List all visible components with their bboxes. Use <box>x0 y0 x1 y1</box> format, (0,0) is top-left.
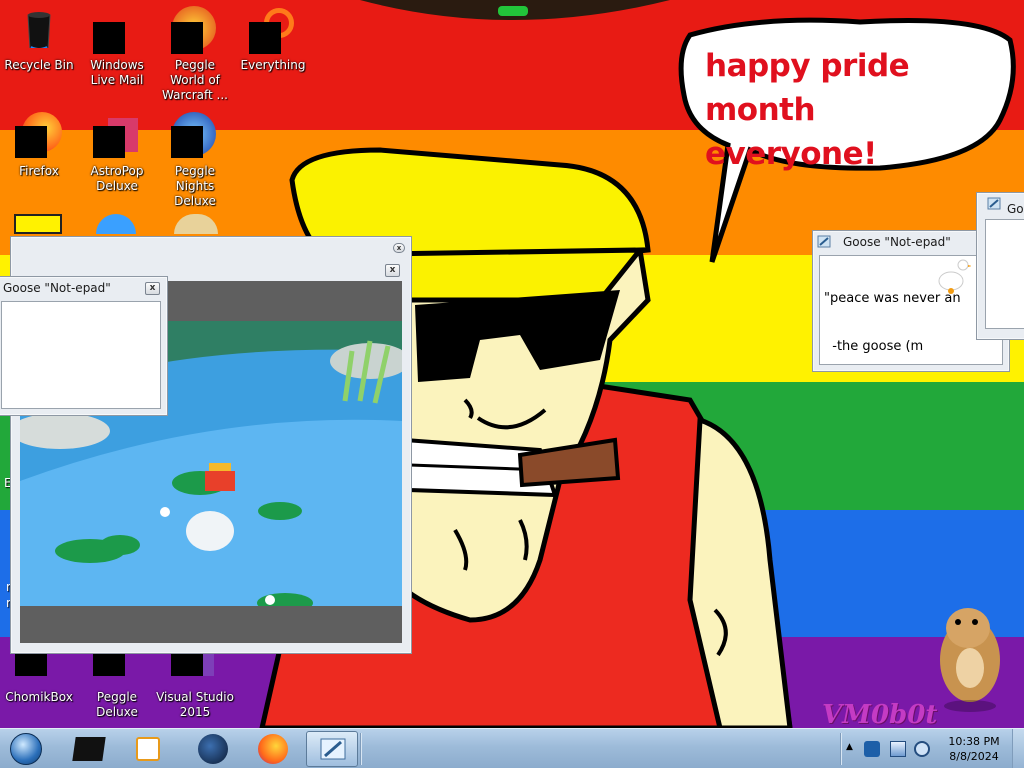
taskbar-app-2[interactable] <box>120 731 178 767</box>
taskbar-app-3[interactable] <box>184 731 242 767</box>
visual-studio-icon-mask <box>171 652 203 676</box>
notepad-left-titlebar[interactable]: Goose "Not-epad" x <box>0 277 167 299</box>
tray-app-icon[interactable] <box>864 741 880 757</box>
desktop-icon-label: Windows Live Mail <box>90 58 144 87</box>
notepad-far-right-titlebar[interactable]: Goo <box>977 193 1024 216</box>
start-button[interactable] <box>2 731 52 767</box>
close-label: x <box>149 283 156 293</box>
notepad-icon <box>987 197 1001 210</box>
firefox-icon-mask <box>15 126 47 158</box>
tray-separator <box>840 733 842 765</box>
notepad-far-right-text-area[interactable] <box>985 219 1024 329</box>
speech-bubble-line-1: happy pride month <box>705 48 910 128</box>
window-title: Goose "Not-epad" <box>3 281 111 295</box>
desktop-icon-label: Peggle World of Warcraft ... <box>162 58 228 102</box>
taskbar-clock[interactable]: 10:38 PM 8/8/2024 <box>938 734 1010 764</box>
taskbar: ▲ 10:38 PM 8/8/2024 <box>0 728 1024 768</box>
astropop-icon-mask <box>93 126 125 158</box>
desktop: happy pride month everyone! VM0b0t Recyc… <box>0 0 1024 728</box>
goose-sprite-icon <box>938 259 971 294</box>
globe-icon <box>198 734 228 764</box>
close-label: x <box>389 265 396 275</box>
notepad-icon <box>320 738 346 760</box>
desktop-icon-label: Firefox <box>19 164 59 178</box>
speech-bubble-text: happy pride month everyone! <box>705 44 995 176</box>
peggle-deluxe-icon <box>93 652 125 676</box>
peggle-nights-icon-mask <box>171 126 203 158</box>
tray-volume-icon[interactable] <box>914 741 930 757</box>
chomikbox-icon <box>15 652 47 676</box>
tray-expand-arrow[interactable]: ▲ <box>846 742 853 752</box>
desktop-icon-label: Everything <box>240 58 306 72</box>
desktop-icon-recycle-bin[interactable]: Recycle Bin <box>0 0 78 92</box>
media-player-icon <box>136 737 160 761</box>
black-app-icon <box>72 737 106 761</box>
desktop-icon-peggle-nights[interactable]: Peggle Nights Deluxe <box>156 106 234 208</box>
desktop-icon-astropop[interactable]: AstroPop Deluxe <box>78 106 156 198</box>
clock-time: 10:38 PM <box>948 735 1000 748</box>
desktop-icon-label: ChomikBox <box>5 690 73 704</box>
clock-date: 8/8/2024 <box>949 750 999 763</box>
show-desktop-button[interactable] <box>1012 729 1024 768</box>
desktop-icon-firefox[interactable]: Firefox <box>0 106 78 198</box>
speech-bubble-line-2: everyone! <box>705 136 877 172</box>
close-label: x <box>396 244 402 252</box>
wallpaper-watermark: VM0b0t <box>822 700 938 728</box>
desktop-icon-everything[interactable]: Everything <box>234 0 312 92</box>
notepad-icon <box>817 235 831 248</box>
desktop-icon-windows-live-mail[interactable]: Windows Live Mail <box>78 0 156 92</box>
desktop-icon-partial-1[interactable] <box>14 214 62 234</box>
notepad-left-text-area[interactable] <box>1 301 161 409</box>
everything-icon-mask <box>249 22 281 54</box>
windows-live-mail-icon <box>93 22 125 54</box>
peggle-wow-icon-mask <box>171 22 203 54</box>
tray-network-icon[interactable] <box>890 741 906 757</box>
close-button[interactable]: x <box>393 243 405 253</box>
desktop-icon-label: Visual Studio 2015 <box>156 690 234 719</box>
desktop-icon-label: Recycle Bin <box>4 58 74 72</box>
firefox-icon <box>258 734 288 764</box>
recycle-bin-icon <box>27 12 51 48</box>
notepad-right-line-2: -the goose (m <box>824 339 924 354</box>
windows-orb-icon <box>10 733 42 765</box>
inner-close-button[interactable]: x <box>385 264 400 277</box>
window-title: Goo <box>1007 202 1024 216</box>
taskbar-notepad[interactable] <box>306 731 358 767</box>
taskbar-separator <box>360 733 362 765</box>
desktop-icon-label: Peggle Deluxe <box>96 690 138 719</box>
goose-notepad-left[interactable]: Goose "Not-epad" x <box>0 276 168 416</box>
desktop-icon-label: AstroPop Deluxe <box>90 164 144 193</box>
taskbar-app-1[interactable] <box>60 731 118 767</box>
goose-game-window-titlebar[interactable]: x <box>11 237 411 259</box>
taskbar-firefox[interactable] <box>244 731 302 767</box>
close-button[interactable]: x <box>145 282 160 295</box>
desktop-icon-label: Peggle Nights Deluxe <box>174 164 216 208</box>
window-title: Goose "Not-epad" <box>843 235 951 249</box>
goose-notepad-far-right[interactable]: Goo <box>976 192 1024 340</box>
notepad-right-line-1: "peace was never an <box>824 291 961 306</box>
desktop-icon-peggle-wow[interactable]: Peggle World of Warcraft ... <box>156 0 234 102</box>
